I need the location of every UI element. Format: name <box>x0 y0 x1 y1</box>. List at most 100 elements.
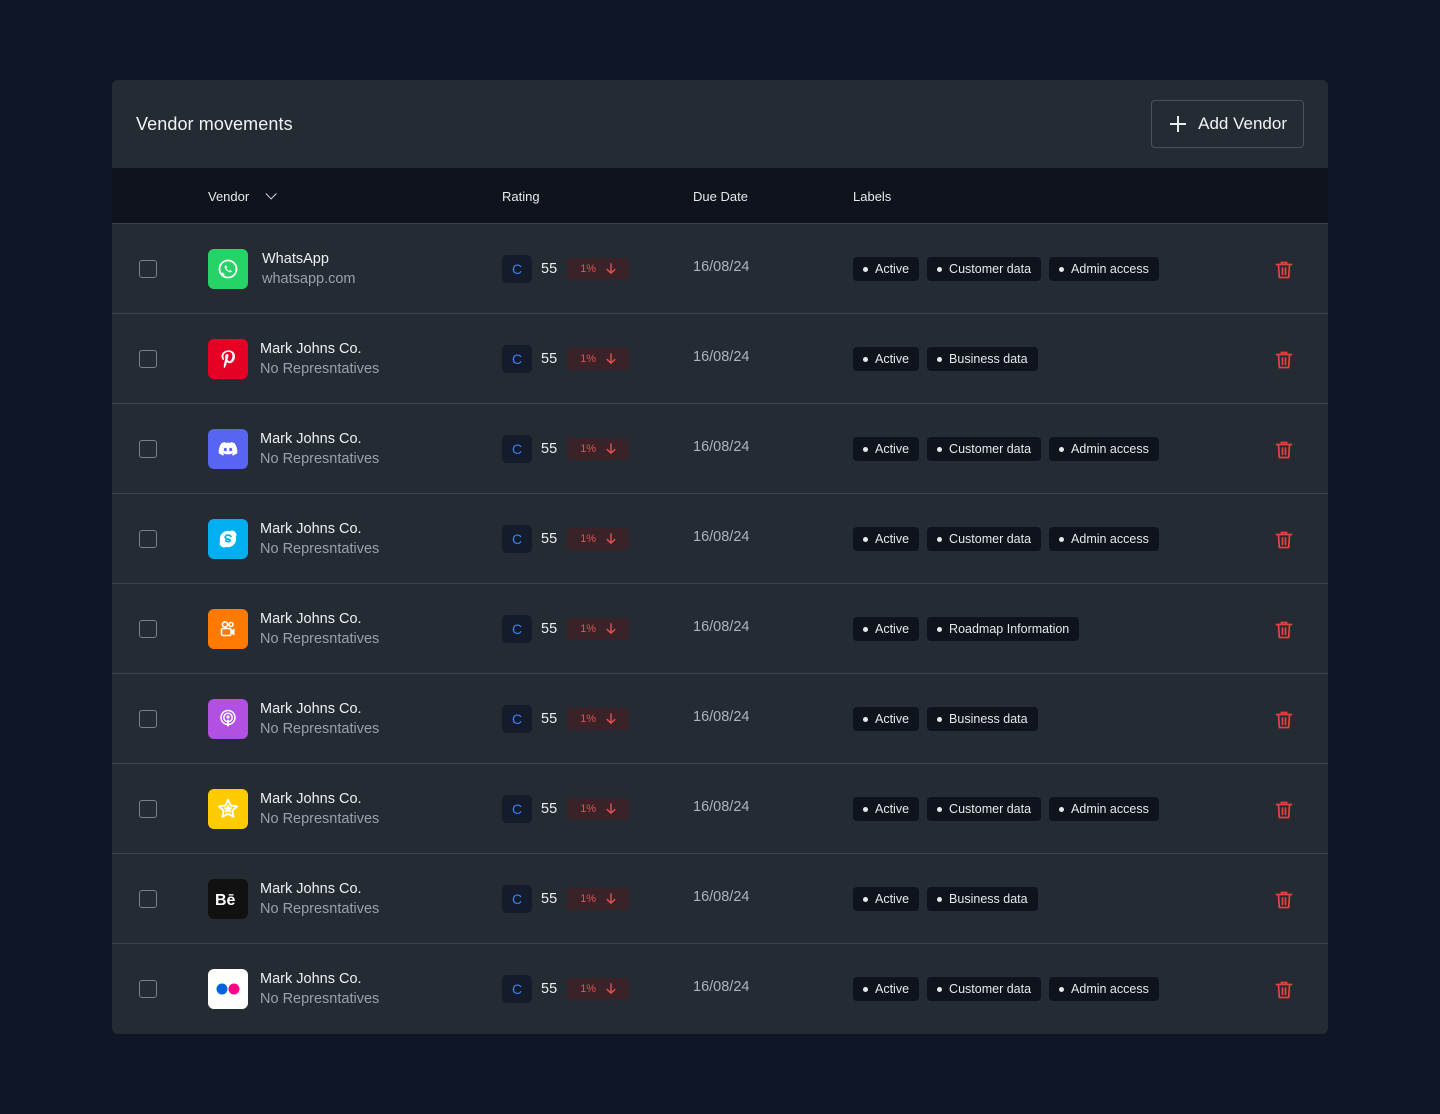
vendor-name: Mark Johns Co. <box>260 341 362 357</box>
trash-icon[interactable] <box>1272 528 1296 552</box>
table-row: Mark Johns Co. No Represntatives C 55 1%… <box>112 314 1328 404</box>
rating-score: 55 <box>541 531 558 547</box>
trash-icon[interactable] <box>1272 888 1296 912</box>
labels-cell: Active Customer data Admin access <box>853 977 1159 1001</box>
trend-badge: 1% <box>567 618 630 640</box>
due-date: 16/08/24 <box>693 439 750 455</box>
rating-grade-badge: C <box>502 705 532 733</box>
due-date: 16/08/24 <box>693 889 750 905</box>
label-tag: Business data <box>927 707 1038 731</box>
labels-cell: Active Roadmap Information <box>853 617 1080 641</box>
labels-column-header: Labels <box>853 168 891 224</box>
add-vendor-label: Add Vendor <box>1198 114 1287 133</box>
vendor-info: Mark Johns Co. No Represntatives <box>260 969 379 1009</box>
table-header: Vendor Rating Due Date Labels <box>112 168 1328 224</box>
label-tag: Active <box>853 797 920 821</box>
rating-cell: C 55 1% <box>502 795 630 823</box>
flickr-logo-icon <box>208 969 248 1009</box>
row-checkbox[interactable] <box>139 890 157 908</box>
row-checkbox[interactable] <box>139 620 157 638</box>
trash-icon[interactable] <box>1272 798 1296 822</box>
vendor-name: Mark Johns Co. <box>260 611 362 627</box>
vendor-name: Mark Johns Co. <box>260 431 362 447</box>
due-date: 16/08/24 <box>693 259 750 275</box>
vendor-column-header[interactable]: Vendor <box>208 168 277 224</box>
label-tag: Customer data <box>927 527 1042 551</box>
label-tag: Customer data <box>927 437 1042 461</box>
label-tag: Customer data <box>927 797 1042 821</box>
row-checkbox[interactable] <box>139 800 157 818</box>
label-tag: Admin access <box>1049 977 1159 1001</box>
trash-icon[interactable] <box>1272 258 1296 282</box>
labels-cell: Active Customer data Admin access <box>853 437 1159 461</box>
label-tag: Active <box>853 977 920 1001</box>
row-checkbox[interactable] <box>139 980 157 998</box>
vendor-info: Mark Johns Co. No Represntatives <box>260 339 379 379</box>
row-checkbox[interactable] <box>139 260 157 278</box>
arrow-down-icon <box>606 353 616 365</box>
table-row: Mark Johns Co. No Represntatives C 55 1%… <box>112 494 1328 584</box>
podcasts-logo-icon <box>208 699 248 739</box>
rating-cell: C 55 1% <box>502 885 630 913</box>
vendor-subtitle: No Represntatives <box>260 631 380 647</box>
vendor-info: WhatsApp whatsapp.com <box>262 249 356 289</box>
due-date: 16/08/24 <box>693 979 750 995</box>
clips-logo-icon <box>208 609 248 649</box>
trend-value: 1% <box>580 353 597 365</box>
trend-value: 1% <box>580 443 597 455</box>
rating-grade-badge: C <box>502 255 532 283</box>
label-tag: Admin access <box>1049 527 1159 551</box>
label-tag: Active <box>853 527 920 551</box>
rating-column-label: Rating <box>502 188 540 204</box>
vendor-subtitle: whatsapp.com <box>262 271 356 287</box>
rating-score: 55 <box>541 981 558 997</box>
behance-logo-icon: Bē <box>208 879 248 919</box>
vendor-subtitle: No Represntatives <box>260 991 380 1007</box>
row-checkbox[interactable] <box>139 440 157 458</box>
vendor-name: Mark Johns Co. <box>260 791 362 807</box>
trend-badge: 1% <box>567 258 630 280</box>
vendor-info: Mark Johns Co. No Represntatives <box>260 609 379 649</box>
trend-value: 1% <box>580 713 597 725</box>
vendor-movements-card: Vendor movements Add Vendor Vendor Ratin… <box>112 80 1328 1034</box>
card-title: Vendor movements <box>136 113 293 134</box>
labels-cell: Active Customer data Admin access <box>853 797 1159 821</box>
trash-icon[interactable] <box>1272 438 1296 462</box>
vendor-info: Mark Johns Co. No Represntatives <box>260 519 379 559</box>
arrow-down-icon <box>606 533 616 545</box>
row-checkbox[interactable] <box>139 350 157 368</box>
row-checkbox[interactable] <box>139 530 157 548</box>
vendor-subtitle: No Represntatives <box>260 451 380 467</box>
vendor-info: Mark Johns Co. No Represntatives <box>260 879 379 919</box>
trash-icon[interactable] <box>1272 618 1296 642</box>
rating-cell: C 55 1% <box>502 525 630 553</box>
chevron-down-icon <box>265 188 277 200</box>
label-tag: Customer data <box>927 977 1042 1001</box>
rating-score: 55 <box>541 891 558 907</box>
trash-icon[interactable] <box>1272 978 1296 1002</box>
arrow-down-icon <box>606 983 616 995</box>
vendor-column-label: Vendor <box>208 188 250 204</box>
skype-logo-icon <box>208 519 248 559</box>
vendor-subtitle: No Represntatives <box>260 811 380 827</box>
rating-cell: C 55 1% <box>502 975 630 1003</box>
due-date: 16/08/24 <box>693 529 750 545</box>
trend-badge: 1% <box>567 888 630 910</box>
row-checkbox[interactable] <box>139 710 157 728</box>
table-row: Mark Johns Co. No Represntatives C 55 1%… <box>112 584 1328 674</box>
add-vendor-button[interactable]: Add Vendor <box>1151 100 1304 148</box>
trash-icon[interactable] <box>1272 348 1296 372</box>
labels-cell: Active Business data <box>853 347 1038 371</box>
vendor-name: Mark Johns Co. <box>260 971 362 987</box>
label-tag: Active <box>853 707 920 731</box>
labels-cell: Active Business data <box>853 887 1038 911</box>
arrow-down-icon <box>606 263 616 275</box>
table-row: Mark Johns Co. No Represntatives C 55 1%… <box>112 404 1328 494</box>
card-header: Vendor movements Add Vendor <box>112 80 1328 168</box>
rating-grade-badge: C <box>502 525 532 553</box>
trend-badge: 1% <box>567 708 630 730</box>
arrow-down-icon <box>606 803 616 815</box>
rating-score: 55 <box>541 351 558 367</box>
trash-icon[interactable] <box>1272 708 1296 732</box>
rating-score: 55 <box>541 621 558 637</box>
